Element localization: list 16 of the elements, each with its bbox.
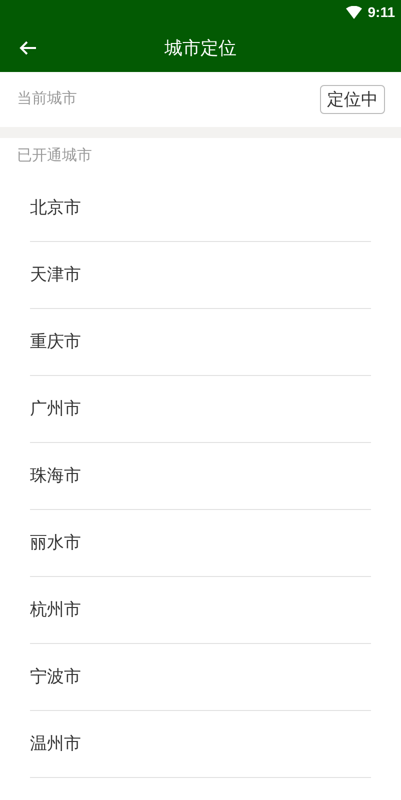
city-item[interactable]: 重庆市 bbox=[30, 309, 371, 376]
back-arrow-icon bbox=[19, 40, 37, 56]
city-item[interactable]: 珠海市 bbox=[30, 443, 371, 510]
wifi-icon bbox=[346, 6, 362, 18]
opened-cities-label: 已开通城市 bbox=[17, 146, 92, 166]
city-item[interactable]: 宁波市 bbox=[30, 644, 371, 711]
city-item[interactable]: 广州市 bbox=[30, 376, 371, 443]
locating-button[interactable]: 定位中 bbox=[320, 85, 385, 114]
city-item[interactable]: 杭州市 bbox=[30, 577, 371, 644]
current-city-label: 当前城市 bbox=[17, 89, 77, 110]
city-item[interactable]: 丽水市 bbox=[30, 510, 371, 577]
status-time: 9:11 bbox=[368, 2, 395, 22]
city-item[interactable]: 温州市 bbox=[30, 711, 371, 778]
city-item[interactable]: 天津市 bbox=[30, 242, 371, 309]
page-title: 城市定位 bbox=[164, 36, 236, 60]
city-item[interactable]: 北京市 bbox=[30, 175, 371, 242]
